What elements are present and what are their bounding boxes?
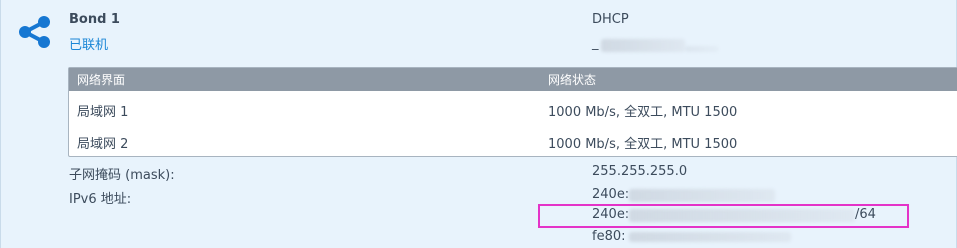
interface-table: 网络界面 网络状态 局域网 1 1000 Mb/s, 全双工, MTU 1500… <box>68 67 957 157</box>
interface-table-header: 网络界面 网络状态 <box>69 68 957 91</box>
ipv6-address-3-prefix: fe80: <box>592 229 626 244</box>
column-header-interface: 网络界面 <box>77 73 126 87</box>
interface-state: 1000 Mb/s, 全双工, MTU 1500 <box>548 137 738 152</box>
network-interface-panel: Bond 1 已联机 DHCP _ 网络界面 网络状态 局域网 1 1000 M… <box>0 0 957 248</box>
redacted-ipv6-address-3 <box>629 232 791 242</box>
interface-name: 局域网 2 <box>77 137 129 152</box>
subnet-mask-value: 255.255.255.0 <box>592 164 688 179</box>
subnet-mask-label: 子网掩码 (mask): <box>69 168 175 183</box>
highlight-box <box>538 204 909 228</box>
redacted-ip-address <box>601 39 685 52</box>
ip-mode-value: DHCP <box>592 12 629 27</box>
ipv6-address-1-prefix: 240e: <box>592 187 630 202</box>
ipv6-address-label: IPv6 地址: <box>69 192 132 207</box>
redacted-ip-address-tail <box>685 46 719 52</box>
column-header-status: 网络状态 <box>548 73 597 87</box>
bond-name: Bond 1 <box>69 12 120 27</box>
ip-address-prefix: _ <box>592 36 599 51</box>
interface-state: 1000 Mb/s, 全双工, MTU 1500 <box>548 105 738 120</box>
share-icon <box>19 16 50 48</box>
redacted-ipv6-address-1 <box>629 189 775 202</box>
interface-name: 局域网 1 <box>77 105 129 120</box>
bond-status: 已联机 <box>69 38 109 53</box>
